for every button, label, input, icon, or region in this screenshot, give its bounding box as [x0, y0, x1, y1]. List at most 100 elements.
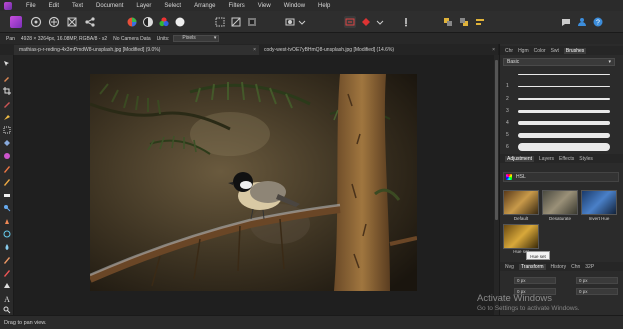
brush-number: 1 [506, 83, 509, 89]
brush-item[interactable]: 2 [504, 95, 616, 104]
menu-view[interactable]: View [258, 3, 271, 9]
brush-item[interactable]: 1 [504, 70, 616, 79]
document-tab-active[interactable]: mathias-p-r-reding-4x3mPmdW8-unsplash.jp… [14, 45, 259, 55]
color-picker-icon[interactable] [3, 74, 11, 82]
tab-swatches[interactable]: Swt [551, 48, 559, 54]
invert-selection-icon[interactable] [246, 16, 258, 28]
smudge-brush-icon[interactable] [3, 256, 11, 264]
hsl-adjustment-header[interactable]: HSL [503, 172, 619, 182]
gradient-tool-icon[interactable] [3, 152, 11, 160]
help-icon[interactable]: ? [592, 16, 604, 28]
tab-32p[interactable]: 32P [585, 264, 594, 270]
canvas-area[interactable] [14, 55, 494, 315]
tab-transform[interactable]: Transform [518, 263, 546, 270]
red-eye-icon[interactable] [3, 269, 11, 277]
contrast-icon[interactable] [142, 16, 154, 28]
tab-history[interactable]: History [551, 264, 567, 270]
clone-brush-icon[interactable] [3, 217, 11, 225]
liquify-persona-icon[interactable] [30, 16, 42, 28]
flood-select-icon[interactable] [3, 113, 11, 121]
selection-brush-icon[interactable] [3, 100, 11, 108]
tab-layers[interactable]: Layers [539, 156, 554, 162]
tab-adjustment[interactable]: Adjustment [505, 155, 535, 162]
erase-brush-icon[interactable] [3, 191, 11, 199]
brush-item[interactable]: 5 [504, 131, 616, 140]
quick-mask-icon[interactable] [284, 16, 296, 28]
preset-thumbnail-invert-hue[interactable] [581, 190, 617, 215]
brush-stroke-preview [518, 110, 610, 113]
tab-channels[interactable]: Chn [571, 264, 580, 270]
preset-thumbnail-default[interactable] [503, 190, 539, 215]
menu-edit[interactable]: Edit [49, 3, 59, 9]
menu-text[interactable]: Text [72, 3, 83, 9]
arrange-forward-icon[interactable] [442, 16, 454, 28]
menu-document[interactable]: Document [96, 3, 123, 9]
crop-tool-icon[interactable] [3, 87, 11, 95]
svg-text:A: A [4, 295, 10, 303]
rectangle-marquee-icon[interactable] [3, 126, 11, 134]
develop-persona-icon[interactable] [48, 16, 60, 28]
deselect-icon[interactable] [230, 16, 242, 28]
color-wheel-icon[interactable] [126, 16, 138, 28]
transform-h-field[interactable]: 0 px [576, 288, 618, 295]
paint-brush-icon[interactable] [3, 165, 11, 173]
document-tab-inactive[interactable]: cody-west-tvOE7yBHmQ8-unsplash.jpg [Modi… [259, 45, 498, 55]
text-tool-icon[interactable]: A [3, 295, 11, 303]
macro-icon[interactable] [360, 16, 372, 28]
brush-category-dropdown[interactable]: Basic ▾ [503, 58, 615, 66]
menu-layer[interactable]: Layer [136, 3, 151, 9]
photo-persona-icon[interactable] [10, 16, 22, 28]
scrollbar-thumb[interactable] [495, 60, 498, 220]
macro-dropdown-icon[interactable] [374, 16, 386, 28]
tab-color[interactable]: Color [534, 48, 546, 54]
rgb-circles-icon[interactable] [158, 16, 170, 28]
tone-mapping-persona-icon[interactable] [66, 16, 78, 28]
menu-select[interactable]: Select [164, 3, 181, 9]
tab-styles[interactable]: Styles [579, 156, 593, 162]
preset-label: Invert Hue [588, 216, 610, 221]
menu-window[interactable]: Window [284, 3, 305, 9]
tab-character[interactable]: Chr [505, 48, 513, 54]
quick-mask-dropdown-icon[interactable] [296, 16, 308, 28]
brush-number: 4 [506, 120, 509, 126]
move-tool-icon[interactable] [3, 60, 11, 68]
studio-mid-tabs: Adjustment Layers Effects Styles [500, 154, 623, 163]
pen-tool-icon[interactable] [3, 282, 11, 290]
menu-help[interactable]: Help [318, 3, 330, 9]
close-icon[interactable]: × [253, 45, 256, 55]
preset-thumbnail-hue-set[interactable] [503, 224, 539, 249]
preset-label: Desaturate [548, 216, 571, 221]
brush-item[interactable]: 1 [504, 82, 616, 91]
pin-icon[interactable] [400, 16, 412, 28]
blemish-tool-icon[interactable] [3, 230, 11, 238]
export-persona-icon[interactable] [84, 16, 96, 28]
assistant-icon[interactable] [344, 16, 356, 28]
brush-item[interactable]: 3 [504, 107, 616, 116]
zoom-tool-icon[interactable] [3, 306, 11, 314]
tab-navigator[interactable]: Nvg [505, 264, 514, 270]
transform-w-field[interactable]: 0 px [576, 277, 618, 284]
brush-item[interactable]: 4 [504, 119, 616, 128]
flood-fill-icon[interactable] [3, 139, 11, 147]
white-balance-icon[interactable] [174, 16, 186, 28]
units-dropdown[interactable]: Pixels ▾ [173, 35, 220, 42]
menu-arrange[interactable]: Arrange [194, 3, 215, 9]
blur-brush-icon[interactable] [3, 243, 11, 251]
user-icon[interactable] [576, 16, 588, 28]
menu-filters[interactable]: Filters [228, 3, 244, 9]
tab-histogram[interactable]: Hgm [518, 48, 529, 54]
preset-thumbnail-desaturate[interactable] [542, 190, 578, 215]
brush-item[interactable]: 6 [504, 143, 616, 152]
dodge-brush-icon[interactable] [3, 204, 11, 212]
marquee-select-icon[interactable] [214, 16, 226, 28]
align-icon[interactable] [474, 16, 486, 28]
arrange-back-icon[interactable] [458, 16, 470, 28]
chat-icon[interactable] [560, 16, 572, 28]
tab-brushes[interactable]: Brushes [563, 47, 587, 54]
pixel-tool-icon[interactable] [3, 178, 11, 186]
photo-canvas[interactable] [90, 74, 417, 291]
tab-effects[interactable]: Effects [559, 156, 574, 162]
transform-x-field[interactable]: 0 px [514, 277, 556, 284]
menu-file[interactable]: File [26, 3, 36, 9]
close-icon[interactable]: × [492, 45, 495, 55]
